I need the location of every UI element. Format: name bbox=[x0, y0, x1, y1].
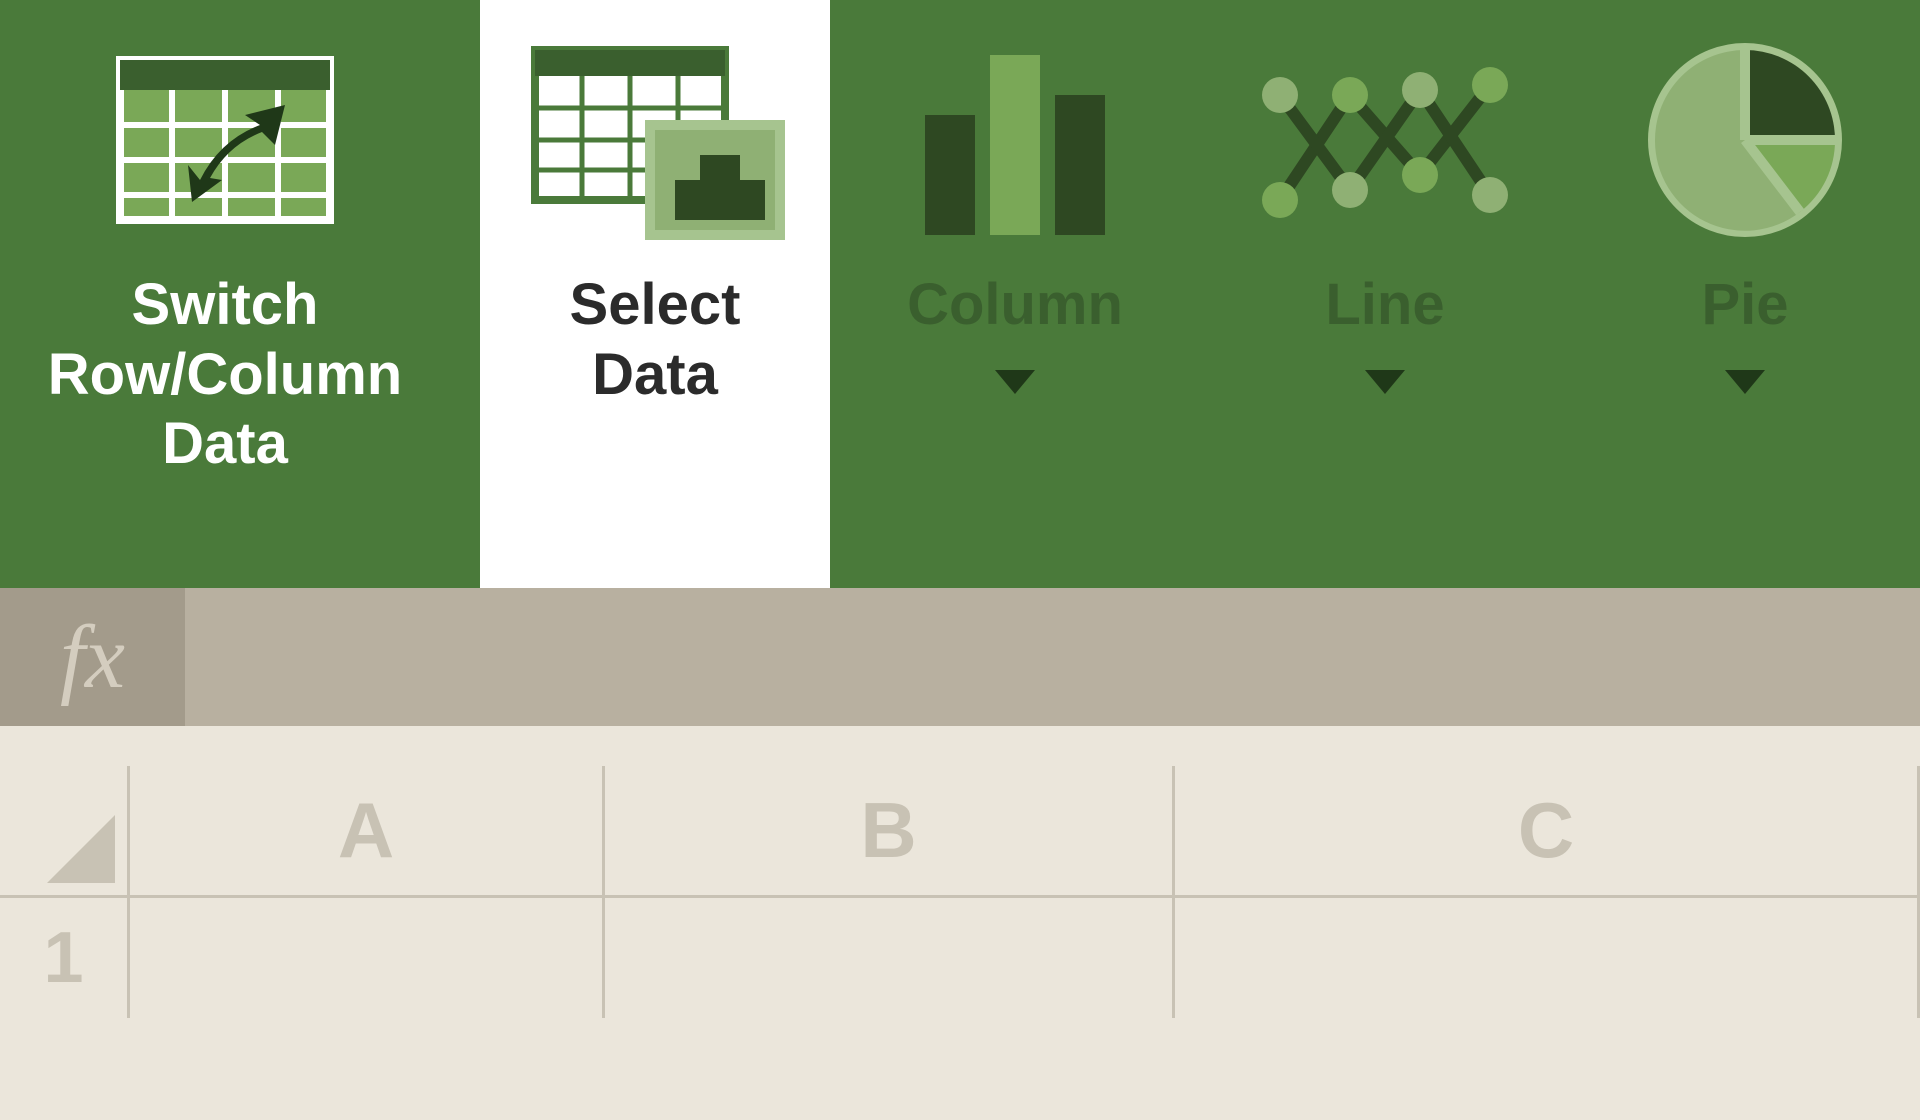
line-chart-button[interactable]: Line bbox=[1200, 0, 1570, 588]
pie-chart-button[interactable]: Pie bbox=[1570, 0, 1920, 588]
column-header-c[interactable]: C bbox=[1175, 766, 1920, 898]
line-chart-icon bbox=[1255, 40, 1515, 240]
column-header-b[interactable]: B bbox=[605, 766, 1175, 898]
select-data-label: Select Data bbox=[570, 270, 741, 409]
pie-chart-label: Pie bbox=[1701, 270, 1788, 340]
chevron-down-icon bbox=[995, 370, 1035, 394]
fx-icon: fx bbox=[60, 606, 125, 709]
chevron-down-icon bbox=[1365, 370, 1405, 394]
row-header-1[interactable]: 1 bbox=[0, 898, 130, 1018]
switch-row-column-label: Switch Row/Column Data bbox=[48, 270, 402, 479]
cell-a1[interactable] bbox=[130, 898, 605, 1018]
line-chart-label: Line bbox=[1325, 270, 1444, 340]
select-data-button[interactable]: Select Data bbox=[480, 0, 830, 588]
cell-c1[interactable] bbox=[1175, 898, 1920, 1018]
select-data-icon bbox=[525, 40, 785, 240]
pie-chart-icon bbox=[1645, 40, 1845, 240]
spreadsheet-area: A B C 1 bbox=[0, 766, 1920, 1120]
select-all-triangle-icon bbox=[47, 815, 115, 883]
switch-row-column-icon bbox=[110, 40, 340, 240]
fx-button[interactable]: fx bbox=[0, 588, 185, 726]
select-all-corner[interactable] bbox=[0, 766, 130, 898]
table-row: 1 bbox=[0, 898, 1920, 1018]
column-chart-icon bbox=[905, 40, 1125, 240]
switch-row-column-button[interactable]: Switch Row/Column Data bbox=[0, 0, 480, 588]
column-headers-row: A B C bbox=[0, 766, 1920, 898]
ribbon-toolbar: Switch Row/Column Data Select Data bbox=[0, 0, 1920, 588]
cell-b1[interactable] bbox=[605, 898, 1175, 1018]
column-header-a[interactable]: A bbox=[130, 766, 605, 898]
chevron-down-icon bbox=[1725, 370, 1765, 394]
formula-bar: fx bbox=[0, 588, 1920, 726]
formula-input[interactable] bbox=[185, 588, 1920, 726]
column-chart-label: Column bbox=[907, 270, 1123, 340]
column-chart-button[interactable]: Column bbox=[830, 0, 1200, 588]
